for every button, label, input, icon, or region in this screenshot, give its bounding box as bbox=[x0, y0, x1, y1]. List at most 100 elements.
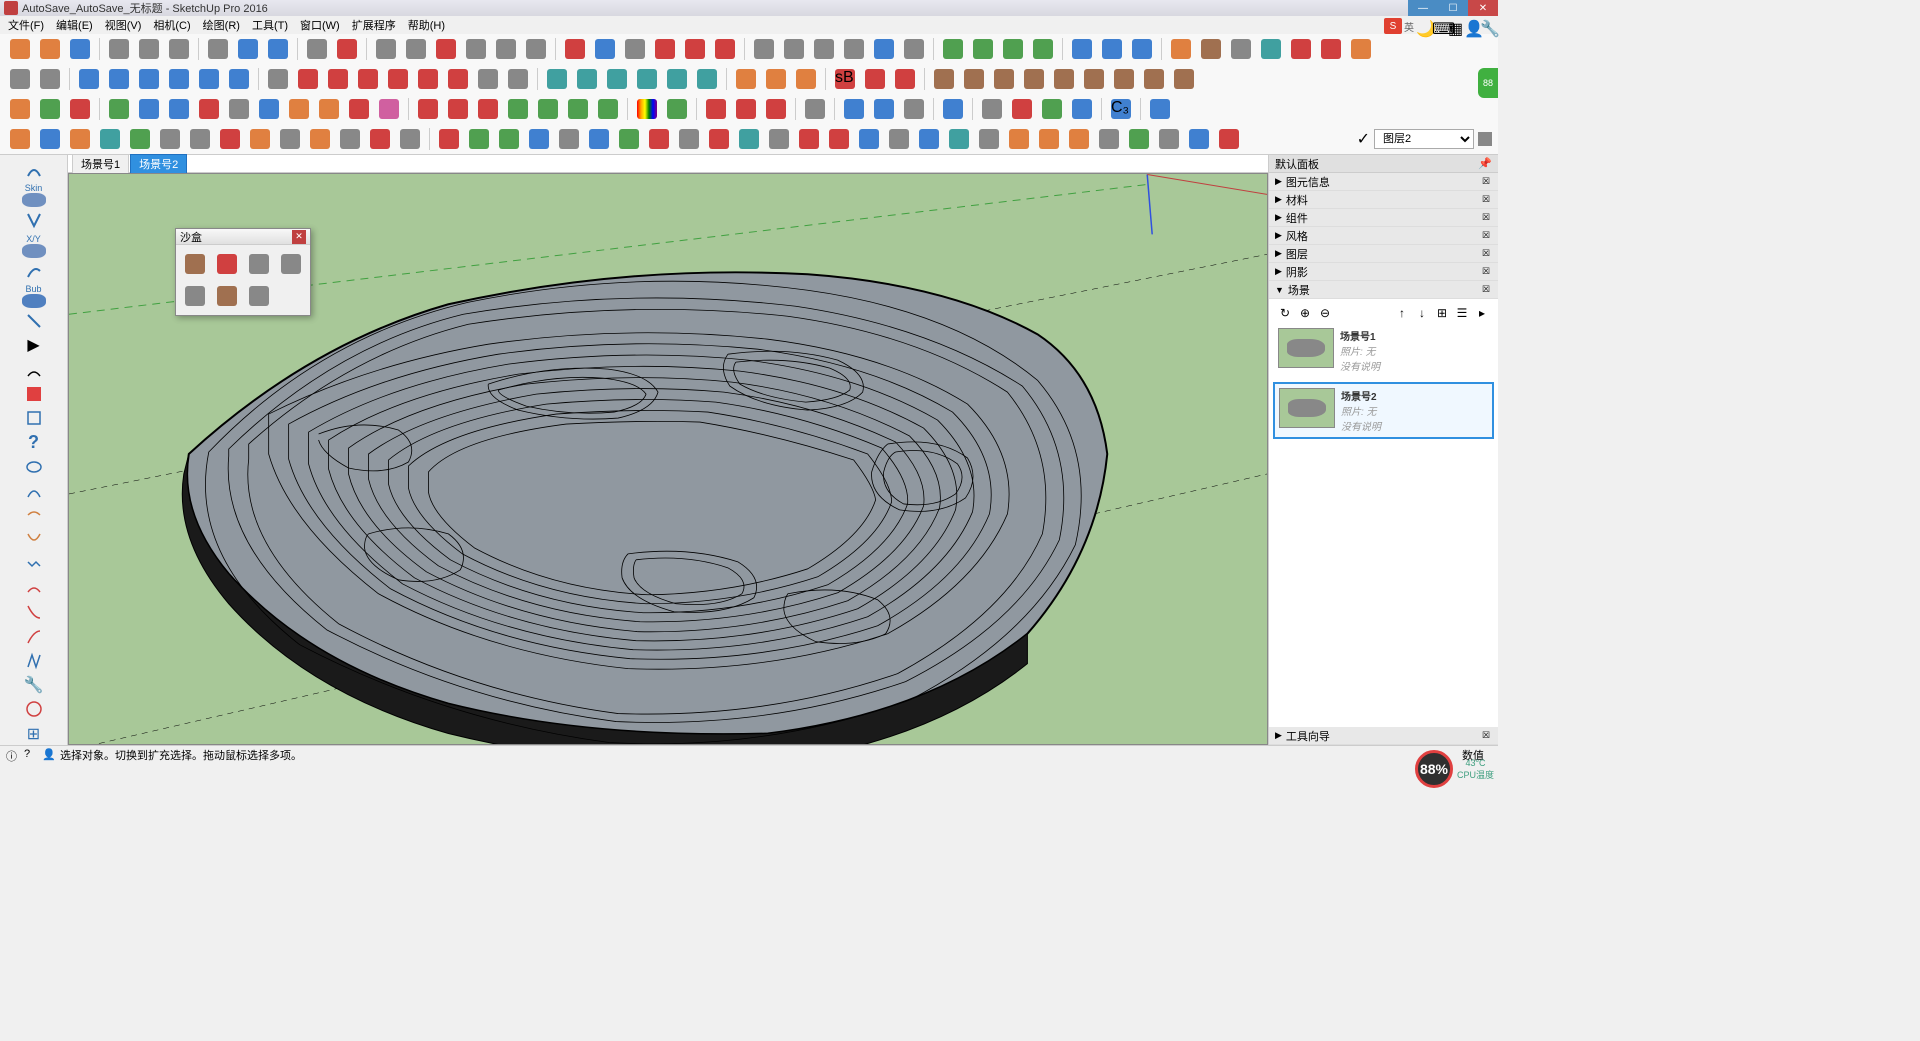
panel-pin-icon[interactable]: 📌 bbox=[1478, 157, 1492, 170]
section-instructor[interactable]: ▶ 工具向导 ☒ bbox=[1269, 727, 1498, 745]
r4-24[interactable] bbox=[705, 126, 733, 152]
square-tool[interactable] bbox=[20, 407, 48, 429]
face-10[interactable] bbox=[375, 96, 403, 122]
r4-12[interactable] bbox=[336, 126, 364, 152]
r4-8[interactable] bbox=[216, 126, 244, 152]
sandbox-detail-button[interactable] bbox=[212, 281, 242, 311]
r4-34[interactable] bbox=[1005, 126, 1033, 152]
get-models-button[interactable] bbox=[1257, 36, 1285, 62]
intersect-button[interactable] bbox=[504, 66, 532, 92]
section-close-icon[interactable]: ☒ bbox=[1480, 212, 1492, 224]
bub-tool[interactable]: Bub bbox=[9, 284, 59, 308]
maximize-button[interactable]: ☐ bbox=[1438, 0, 1468, 16]
panel-title-bar[interactable]: 默认面板 📌 bbox=[1269, 155, 1498, 173]
solid-tools-3[interactable] bbox=[603, 66, 631, 92]
line-tool-button[interactable] bbox=[372, 36, 400, 62]
r4-19[interactable] bbox=[555, 126, 583, 152]
follow-button[interactable] bbox=[591, 36, 619, 62]
r4-39[interactable] bbox=[1155, 126, 1183, 152]
ime-brand-icon[interactable]: S bbox=[1384, 18, 1402, 34]
section-shadows[interactable]: ▶ 阴影 ☒ bbox=[1269, 263, 1498, 281]
wrench-tool[interactable]: 🔧 bbox=[20, 674, 48, 696]
lookaround-button[interactable] bbox=[1098, 36, 1126, 62]
ext3-1[interactable] bbox=[414, 96, 442, 122]
sandbox-stamp-button[interactable] bbox=[276, 249, 306, 279]
side-widget[interactable]: 88 bbox=[1478, 68, 1498, 98]
scale-tool-button[interactable] bbox=[354, 66, 382, 92]
r4-23[interactable] bbox=[675, 126, 703, 152]
r4-30[interactable] bbox=[885, 126, 913, 152]
face-1[interactable] bbox=[105, 96, 133, 122]
person2-button[interactable] bbox=[36, 96, 64, 122]
r4-15[interactable] bbox=[435, 126, 463, 152]
net-3[interactable] bbox=[762, 96, 790, 122]
wave-2[interactable] bbox=[870, 96, 898, 122]
ext-sb-button[interactable]: sB bbox=[831, 66, 859, 92]
keyboard-icon[interactable]: ⌨ bbox=[1432, 19, 1446, 33]
line-draw-tool[interactable] bbox=[20, 310, 48, 332]
arc5-tool[interactable] bbox=[20, 528, 48, 550]
solid-tools-2[interactable] bbox=[573, 66, 601, 92]
fredo-6[interactable] bbox=[1080, 66, 1108, 92]
ext3-3[interactable] bbox=[474, 96, 502, 122]
fredo-5[interactable] bbox=[1050, 66, 1078, 92]
scene-view-button[interactable]: ⊞ bbox=[1434, 305, 1450, 321]
ext-su-button[interactable] bbox=[861, 66, 889, 92]
oval-tool[interactable] bbox=[20, 456, 48, 478]
save-button[interactable] bbox=[66, 36, 94, 62]
rotate-button[interactable] bbox=[681, 36, 709, 62]
skin-tool[interactable]: Skin bbox=[9, 183, 59, 207]
r4-4[interactable] bbox=[96, 126, 124, 152]
zoom-button[interactable] bbox=[999, 36, 1027, 62]
freehand-button[interactable] bbox=[432, 36, 460, 62]
wave-1[interactable] bbox=[840, 96, 868, 122]
copy-button[interactable] bbox=[135, 36, 163, 62]
r4-7[interactable] bbox=[186, 126, 214, 152]
section-close-icon[interactable]: ☒ bbox=[1480, 730, 1492, 742]
front-button[interactable] bbox=[135, 66, 163, 92]
arc6-tool[interactable] bbox=[20, 577, 48, 599]
position-camera-button[interactable] bbox=[1068, 36, 1096, 62]
ext3-4[interactable] bbox=[504, 96, 532, 122]
r4-31[interactable] bbox=[915, 126, 943, 152]
sandbox-title-bar[interactable]: 沙盒 ✕ bbox=[176, 229, 310, 245]
print-button[interactable] bbox=[303, 36, 331, 62]
section-button[interactable] bbox=[1167, 36, 1195, 62]
arc4-tool[interactable] bbox=[20, 504, 48, 526]
ext3-button[interactable] bbox=[1347, 36, 1375, 62]
zoomextents-button[interactable] bbox=[1029, 36, 1057, 62]
section-styles[interactable]: ▶ 风格 ☒ bbox=[1269, 227, 1498, 245]
right-button[interactable] bbox=[165, 66, 193, 92]
fredo-4[interactable] bbox=[1020, 66, 1048, 92]
r4-11[interactable] bbox=[306, 126, 334, 152]
text-button[interactable] bbox=[840, 36, 868, 62]
select-tool-button[interactable] bbox=[264, 66, 292, 92]
layer-color-swatch[interactable] bbox=[1478, 132, 1492, 146]
menu-window[interactable]: 窗口(W) bbox=[294, 17, 346, 33]
dimensions-button[interactable] bbox=[780, 36, 808, 62]
select-button[interactable] bbox=[6, 66, 34, 92]
color-bar[interactable] bbox=[633, 96, 661, 122]
sandbox-smoove-button[interactable] bbox=[244, 249, 274, 279]
r4-13[interactable] bbox=[366, 126, 394, 152]
menu-help[interactable]: 帮助(H) bbox=[402, 17, 451, 33]
fredo-7[interactable] bbox=[1110, 66, 1138, 92]
r4-26[interactable] bbox=[765, 126, 793, 152]
scene-refresh-button[interactable]: ↻ bbox=[1277, 305, 1293, 321]
r4-3[interactable] bbox=[66, 126, 94, 152]
menu-draw[interactable]: 绘图(R) bbox=[197, 17, 246, 33]
r4-28[interactable] bbox=[825, 126, 853, 152]
scene-remove-button[interactable]: ⊖ bbox=[1317, 305, 1333, 321]
arc-tool-2[interactable] bbox=[20, 209, 48, 231]
ext1-button[interactable] bbox=[1287, 36, 1315, 62]
orbit-button[interactable] bbox=[939, 36, 967, 62]
red-square-tool[interactable] bbox=[20, 383, 48, 405]
close-button[interactable]: ✕ bbox=[1468, 0, 1498, 16]
rectangle-button[interactable] bbox=[462, 36, 490, 62]
scene-tab-2[interactable]: 场景号2 bbox=[130, 154, 187, 173]
axes-button[interactable] bbox=[870, 36, 898, 62]
r4-41[interactable] bbox=[1215, 126, 1243, 152]
face-2[interactable] bbox=[135, 96, 163, 122]
section-close-icon[interactable]: ☒ bbox=[1480, 230, 1492, 242]
section-close-icon[interactable]: ☒ bbox=[1480, 248, 1492, 260]
